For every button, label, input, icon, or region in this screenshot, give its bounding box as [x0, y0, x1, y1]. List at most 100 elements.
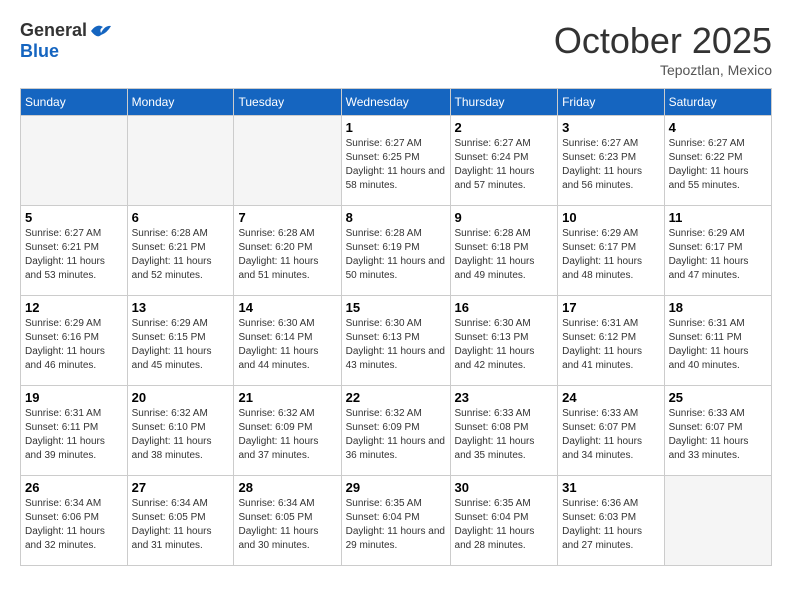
calendar-day-cell: 6 Sunrise: 6:28 AMSunset: 6:21 PMDaylight… [127, 206, 234, 296]
calendar-table: SundayMondayTuesdayWednesdayThursdayFrid… [20, 88, 772, 566]
day-number: 21 [238, 390, 336, 405]
calendar-day-cell: 19 Sunrise: 6:31 AMSunset: 6:11 PMDayligh… [21, 386, 128, 476]
day-number: 5 [25, 210, 123, 225]
day-info: Sunrise: 6:28 AMSunset: 6:18 PMDaylight:… [455, 227, 554, 283]
day-info: Sunrise: 6:31 AMSunset: 6:11 PMDaylight:… [669, 317, 767, 373]
day-number: 26 [25, 480, 123, 495]
calendar-header-thursday: Thursday [450, 89, 558, 116]
calendar-day-cell: 18 Sunrise: 6:31 AMSunset: 6:11 PMDayligh… [664, 296, 771, 386]
day-info: Sunrise: 6:29 AMSunset: 6:17 PMDaylight:… [562, 227, 659, 283]
calendar-day-cell: 25 Sunrise: 6:33 AMSunset: 6:07 PMDayligh… [664, 386, 771, 476]
day-info: Sunrise: 6:31 AMSunset: 6:11 PMDaylight:… [25, 407, 123, 463]
day-number: 7 [238, 210, 336, 225]
logo-general-text: General [20, 20, 87, 41]
calendar-header-friday: Friday [558, 89, 664, 116]
day-number: 15 [346, 300, 446, 315]
calendar-header-wednesday: Wednesday [341, 89, 450, 116]
day-info: Sunrise: 6:31 AMSunset: 6:12 PMDaylight:… [562, 317, 659, 373]
logo-blue-text: Blue [20, 41, 59, 62]
day-number: 4 [669, 120, 767, 135]
day-info: Sunrise: 6:32 AMSunset: 6:09 PMDaylight:… [346, 407, 446, 463]
day-info: Sunrise: 6:32 AMSunset: 6:10 PMDaylight:… [132, 407, 230, 463]
day-info: Sunrise: 6:27 AMSunset: 6:22 PMDaylight:… [669, 137, 767, 193]
day-info: Sunrise: 6:35 AMSunset: 6:04 PMDaylight:… [455, 497, 554, 553]
day-number: 18 [669, 300, 767, 315]
day-info: Sunrise: 6:27 AMSunset: 6:24 PMDaylight:… [455, 137, 554, 193]
day-info: Sunrise: 6:33 AMSunset: 6:07 PMDaylight:… [669, 407, 767, 463]
calendar-day-cell [127, 116, 234, 206]
calendar-day-cell: 7 Sunrise: 6:28 AMSunset: 6:20 PMDaylight… [234, 206, 341, 296]
calendar-week-row: 26 Sunrise: 6:34 AMSunset: 6:06 PMDayligh… [21, 476, 772, 566]
logo-bird-icon [89, 21, 113, 41]
calendar-day-cell: 10 Sunrise: 6:29 AMSunset: 6:17 PMDayligh… [558, 206, 664, 296]
day-number: 8 [346, 210, 446, 225]
calendar-day-cell: 13 Sunrise: 6:29 AMSunset: 6:15 PMDayligh… [127, 296, 234, 386]
calendar-day-cell: 21 Sunrise: 6:32 AMSunset: 6:09 PMDayligh… [234, 386, 341, 476]
day-info: Sunrise: 6:28 AMSunset: 6:21 PMDaylight:… [132, 227, 230, 283]
calendar-day-cell [664, 476, 771, 566]
logo: General Blue [20, 20, 113, 62]
day-number: 12 [25, 300, 123, 315]
day-number: 17 [562, 300, 659, 315]
calendar-day-cell: 30 Sunrise: 6:35 AMSunset: 6:04 PMDayligh… [450, 476, 558, 566]
calendar-day-cell: 24 Sunrise: 6:33 AMSunset: 6:07 PMDayligh… [558, 386, 664, 476]
day-number: 16 [455, 300, 554, 315]
calendar-day-cell: 4 Sunrise: 6:27 AMSunset: 6:22 PMDaylight… [664, 116, 771, 206]
day-number: 23 [455, 390, 554, 405]
calendar-day-cell: 2 Sunrise: 6:27 AMSunset: 6:24 PMDaylight… [450, 116, 558, 206]
day-number: 6 [132, 210, 230, 225]
day-number: 13 [132, 300, 230, 315]
day-info: Sunrise: 6:29 AMSunset: 6:17 PMDaylight:… [669, 227, 767, 283]
calendar-header-row: SundayMondayTuesdayWednesdayThursdayFrid… [21, 89, 772, 116]
calendar-day-cell: 11 Sunrise: 6:29 AMSunset: 6:17 PMDayligh… [664, 206, 771, 296]
calendar-day-cell [234, 116, 341, 206]
day-info: Sunrise: 6:34 AMSunset: 6:05 PMDaylight:… [238, 497, 336, 553]
day-number: 2 [455, 120, 554, 135]
day-info: Sunrise: 6:27 AMSunset: 6:21 PMDaylight:… [25, 227, 123, 283]
calendar-week-row: 12Sunrise: 6:29 AMSunset: 6:16 PMDayligh… [21, 296, 772, 386]
calendar-header-saturday: Saturday [664, 89, 771, 116]
day-info: Sunrise: 6:35 AMSunset: 6:04 PMDaylight:… [346, 497, 446, 553]
calendar-day-cell: 8 Sunrise: 6:28 AMSunset: 6:19 PMDaylight… [341, 206, 450, 296]
day-number: 11 [669, 210, 767, 225]
day-info: Sunrise: 6:28 AMSunset: 6:19 PMDaylight:… [346, 227, 446, 283]
day-info: Sunrise: 6:34 AMSunset: 6:05 PMDaylight:… [132, 497, 230, 553]
calendar-day-cell: 20Sunrise: 6:32 AMSunset: 6:10 PMDayligh… [127, 386, 234, 476]
calendar-day-cell: 29 Sunrise: 6:35 AMSunset: 6:04 PMDayligh… [341, 476, 450, 566]
day-info: Sunrise: 6:27 AMSunset: 6:25 PMDaylight:… [346, 137, 446, 193]
day-number: 3 [562, 120, 659, 135]
calendar-day-cell: 14Sunrise: 6:30 AMSunset: 6:14 PMDayligh… [234, 296, 341, 386]
day-number: 10 [562, 210, 659, 225]
calendar-header-sunday: Sunday [21, 89, 128, 116]
day-info: Sunrise: 6:28 AMSunset: 6:20 PMDaylight:… [238, 227, 336, 283]
day-info: Sunrise: 6:30 AMSunset: 6:13 PMDaylight:… [455, 317, 554, 373]
calendar-day-cell: 3 Sunrise: 6:27 AMSunset: 6:23 PMDaylight… [558, 116, 664, 206]
calendar-day-cell: 16 Sunrise: 6:30 AMSunset: 6:13 PMDayligh… [450, 296, 558, 386]
month-title: October 2025 [554, 20, 772, 62]
location-subtitle: Tepoztlan, Mexico [554, 62, 772, 78]
day-number: 27 [132, 480, 230, 495]
calendar-day-cell: 27 Sunrise: 6:34 AMSunset: 6:05 PMDayligh… [127, 476, 234, 566]
day-info: Sunrise: 6:33 AMSunset: 6:07 PMDaylight:… [562, 407, 659, 463]
day-info: Sunrise: 6:32 AMSunset: 6:09 PMDaylight:… [238, 407, 336, 463]
calendar-day-cell: 5 Sunrise: 6:27 AMSunset: 6:21 PMDaylight… [21, 206, 128, 296]
calendar-day-cell: 22Sunrise: 6:32 AMSunset: 6:09 PMDayligh… [341, 386, 450, 476]
calendar-day-cell: 1Sunrise: 6:27 AMSunset: 6:25 PMDaylight… [341, 116, 450, 206]
calendar-day-cell: 17 Sunrise: 6:31 AMSunset: 6:12 PMDayligh… [558, 296, 664, 386]
day-number: 14 [238, 300, 336, 315]
calendar-week-row: 19 Sunrise: 6:31 AMSunset: 6:11 PMDayligh… [21, 386, 772, 476]
title-block: October 2025 Tepoztlan, Mexico [554, 20, 772, 78]
day-info: Sunrise: 6:27 AMSunset: 6:23 PMDaylight:… [562, 137, 659, 193]
day-number: 30 [455, 480, 554, 495]
calendar-day-cell: 9Sunrise: 6:28 AMSunset: 6:18 PMDaylight… [450, 206, 558, 296]
day-info: Sunrise: 6:29 AMSunset: 6:15 PMDaylight:… [132, 317, 230, 373]
day-number: 25 [669, 390, 767, 405]
day-info: Sunrise: 6:34 AMSunset: 6:06 PMDaylight:… [25, 497, 123, 553]
day-number: 24 [562, 390, 659, 405]
calendar-day-cell: 26 Sunrise: 6:34 AMSunset: 6:06 PMDayligh… [21, 476, 128, 566]
page-header: General Blue October 2025 Tepoztlan, Mex… [20, 20, 772, 78]
calendar-day-cell: 15Sunrise: 6:30 AMSunset: 6:13 PMDayligh… [341, 296, 450, 386]
day-number: 31 [562, 480, 659, 495]
day-number: 19 [25, 390, 123, 405]
day-number: 29 [346, 480, 446, 495]
